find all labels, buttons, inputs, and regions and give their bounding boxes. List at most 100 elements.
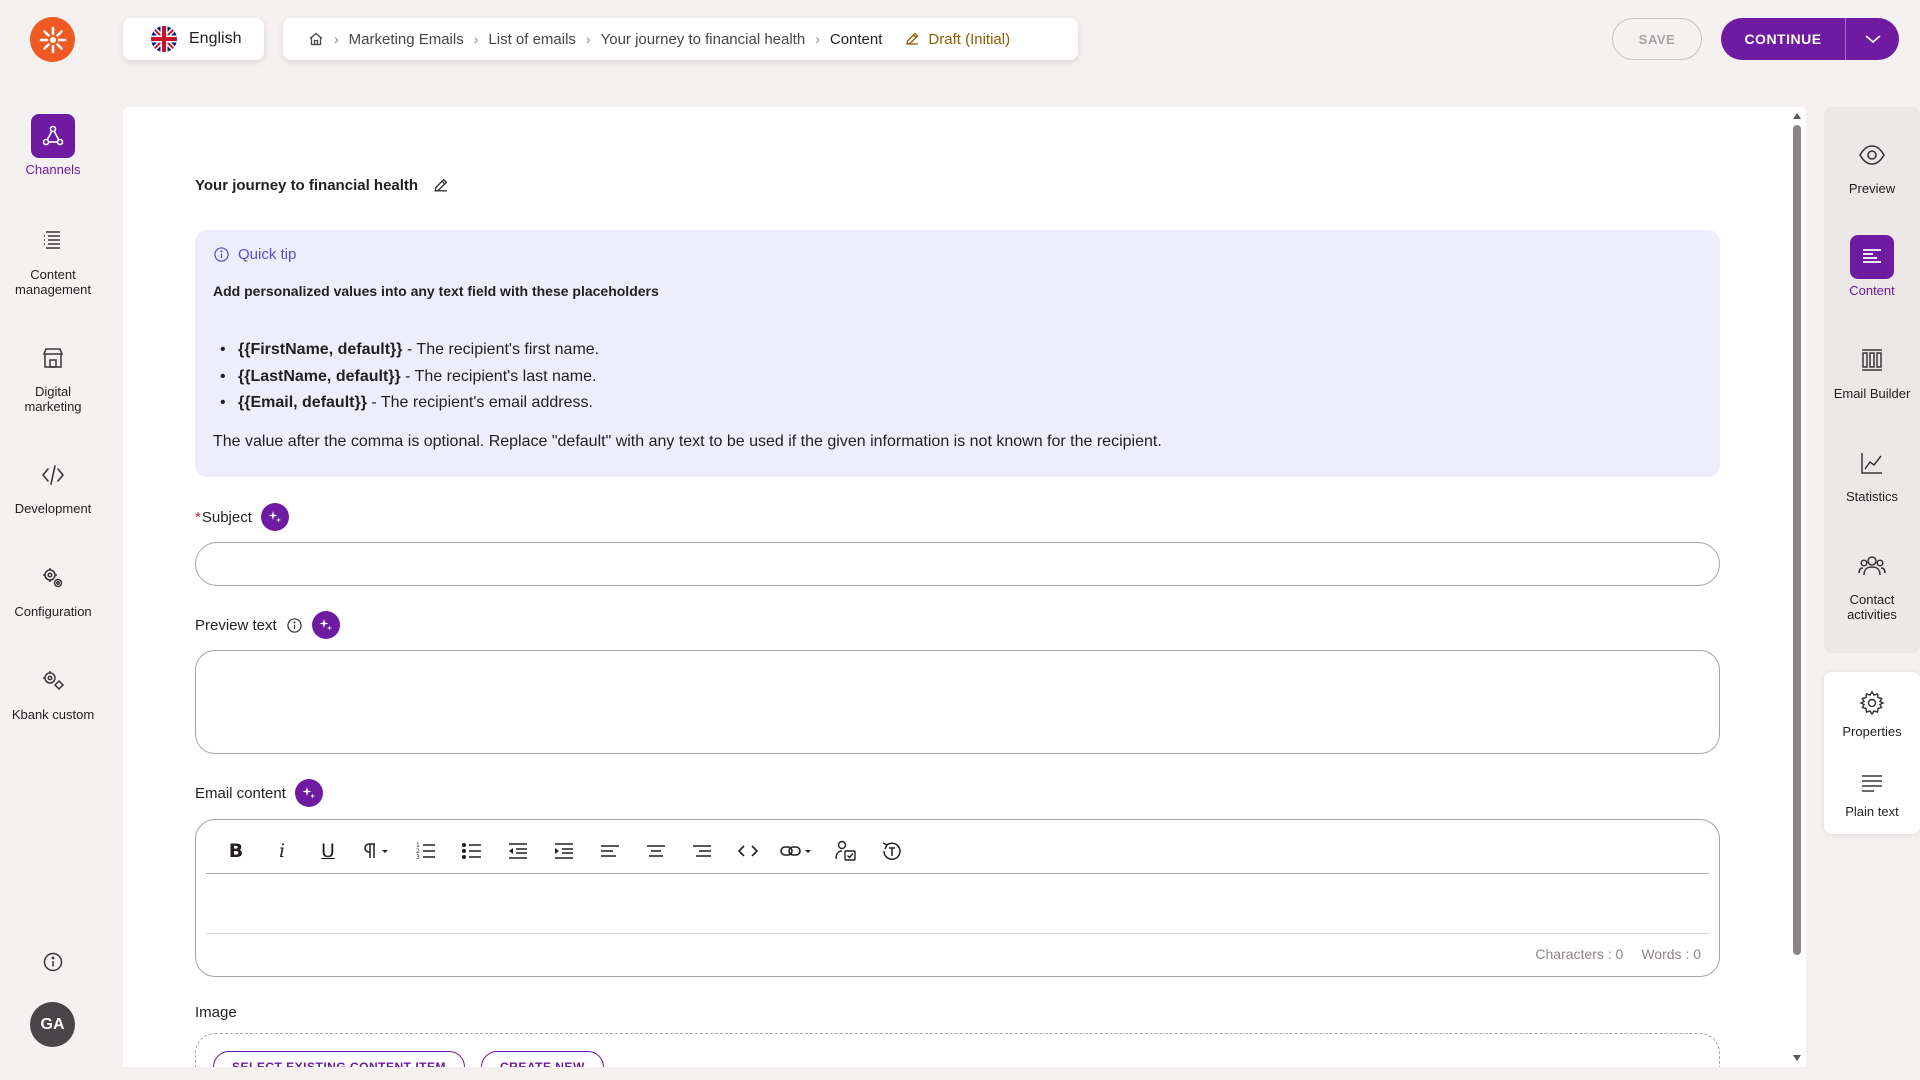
nav-item-development[interactable]: Development <box>0 453 106 516</box>
scroll-thumb[interactable] <box>1793 125 1801 955</box>
breadcrumb-list-of-emails[interactable]: List of emails <box>488 31 576 48</box>
email-content-editor: B i U 123 Characters: 0 Words: 0 <box>195 819 1720 977</box>
link-icon[interactable] <box>778 835 816 867</box>
eye-icon <box>1850 133 1894 177</box>
chart-icon <box>1850 441 1894 485</box>
info-icon <box>213 246 230 263</box>
bold-icon[interactable]: B <box>220 835 252 867</box>
breadcrumb-marketing-emails[interactable]: Marketing Emails <box>349 31 464 48</box>
image-label: Image <box>195 1004 237 1021</box>
editor-text-area[interactable] <box>206 874 1709 934</box>
continue-button[interactable]: CONTINUE <box>1721 18 1845 60</box>
right-label: Preview <box>1848 181 1896 196</box>
paragraph-format-icon[interactable] <box>358 835 396 867</box>
nav-item-configuration[interactable]: Configuration <box>0 556 106 619</box>
breadcrumb-content: Content <box>829 30 883 48</box>
gear-icon <box>1850 686 1894 720</box>
quick-tip-note: The value after the comma is optional. R… <box>213 433 1162 450</box>
right-label: Properties <box>1842 724 1902 739</box>
quick-tip-heading: Quick tip <box>213 246 296 263</box>
chevron-right-icon: › <box>334 31 339 47</box>
nav-label: Configuration <box>14 604 92 619</box>
chevron-down-icon <box>1864 34 1882 44</box>
continue-dropdown-button[interactable] <box>1845 18 1899 60</box>
italic-icon[interactable]: i <box>266 835 298 867</box>
email-content-label-row: Email content <box>195 779 323 807</box>
right-label: Content <box>1849 283 1895 298</box>
code-view-icon[interactable] <box>732 835 764 867</box>
quick-tip-label: Quick tip <box>238 246 297 263</box>
avatar[interactable]: GA <box>30 1002 75 1047</box>
bullet-list-icon[interactable] <box>456 835 488 867</box>
nav-label: Development <box>14 501 92 516</box>
chevron-right-icon: › <box>815 31 820 47</box>
right-item-content[interactable]: Content <box>1824 235 1920 298</box>
select-existing-content-button[interactable]: SELECT EXISTING CONTENT ITEM <box>213 1051 466 1067</box>
channels-icon <box>31 114 75 158</box>
ai-sparkle-icon[interactable] <box>260 503 289 531</box>
placeholder-list: {{FirstName, default}} - The recipient's… <box>220 337 599 417</box>
breadcrumb-email-name[interactable]: Your journey to financial health <box>601 31 806 48</box>
right-label: Contact activities <box>1847 592 1897 622</box>
right-item-email-builder[interactable]: Email Builder <box>1824 338 1920 401</box>
nav-label: Kbank custom <box>11 707 95 722</box>
underline-icon[interactable]: U <box>312 835 344 867</box>
ai-sparkle-icon[interactable] <box>311 611 340 639</box>
right-item-properties[interactable]: Properties <box>1824 686 1920 739</box>
right-item-plain-text[interactable]: Plain text <box>1824 766 1920 819</box>
ai-sparkle-icon[interactable] <box>294 779 323 807</box>
nav-item-content-management[interactable]: Content management <box>0 219 106 297</box>
logo-icon[interactable] <box>30 17 75 62</box>
reset-format-icon[interactable] <box>876 835 908 867</box>
right-label: Plain text <box>1845 804 1899 819</box>
scroll-down-icon[interactable] <box>1793 1055 1801 1061</box>
chevron-right-icon: › <box>473 31 479 47</box>
align-left-icon[interactable] <box>594 835 626 867</box>
align-right-icon[interactable] <box>686 835 718 867</box>
right-item-statistics[interactable]: Statistics <box>1824 441 1920 504</box>
right-label: Statistics <box>1845 489 1898 504</box>
digital-marketing-icon <box>31 336 75 380</box>
right-label: Email Builder <box>1833 386 1911 401</box>
uk-flag-icon <box>151 26 177 52</box>
nav-item-channels[interactable]: Channels <box>0 114 106 177</box>
indent-icon[interactable] <box>548 835 580 867</box>
save-button[interactable]: SAVE <box>1612 18 1702 60</box>
ordered-list-icon[interactable]: 123 <box>410 835 442 867</box>
page-title: Your journey to financial health <box>195 177 419 194</box>
create-new-button[interactable]: CREATE NEW <box>481 1051 604 1067</box>
home-icon[interactable] <box>308 31 324 47</box>
preview-text-label-row: Preview text <box>195 611 340 639</box>
svg-text:3: 3 <box>416 854 420 861</box>
preview-text-input[interactable] <box>195 650 1720 754</box>
status-text: Draft (Initial) <box>928 30 1011 48</box>
right-item-contact-activities[interactable]: Contact activities <box>1824 544 1920 622</box>
left-navigation: Channels Content management Digital mark… <box>0 0 106 1080</box>
outdent-icon[interactable] <box>502 835 534 867</box>
edit-title-icon[interactable] <box>432 177 449 194</box>
code-icon <box>31 453 75 497</box>
align-center-icon[interactable] <box>640 835 672 867</box>
nav-item-digital-marketing[interactable]: Digital marketing <box>0 336 106 414</box>
main-panel: Your journey to financial health Quick t… <box>123 107 1806 1067</box>
language-label: English <box>189 30 242 47</box>
info-icon[interactable] <box>42 951 64 973</box>
lines-icon <box>1850 766 1894 800</box>
subject-input[interactable] <box>195 542 1720 586</box>
info-icon[interactable] <box>286 617 303 634</box>
custom-icon <box>31 659 75 703</box>
personalize-icon[interactable] <box>830 835 862 867</box>
chevron-right-icon: › <box>585 31 591 47</box>
right-toolbar-secondary: Properties Plain text <box>1824 672 1920 834</box>
nav-item-kbank-custom[interactable]: Kbank custom <box>0 659 106 722</box>
scrollbar[interactable] <box>1788 107 1806 1067</box>
scroll-up-icon[interactable] <box>1793 113 1801 119</box>
language-selector[interactable]: English <box>123 18 264 60</box>
character-count: Characters : 0 <box>1535 946 1624 962</box>
breadcrumb: › Marketing Emails › List of emails › Yo… <box>283 18 1078 60</box>
right-item-preview[interactable]: Preview <box>1824 133 1920 196</box>
required-mark: * <box>195 508 201 526</box>
status-badge: Draft (Initial) <box>904 31 1010 48</box>
page-title-row: Your journey to financial health <box>195 177 449 194</box>
nav-label: Content management <box>15 267 91 297</box>
